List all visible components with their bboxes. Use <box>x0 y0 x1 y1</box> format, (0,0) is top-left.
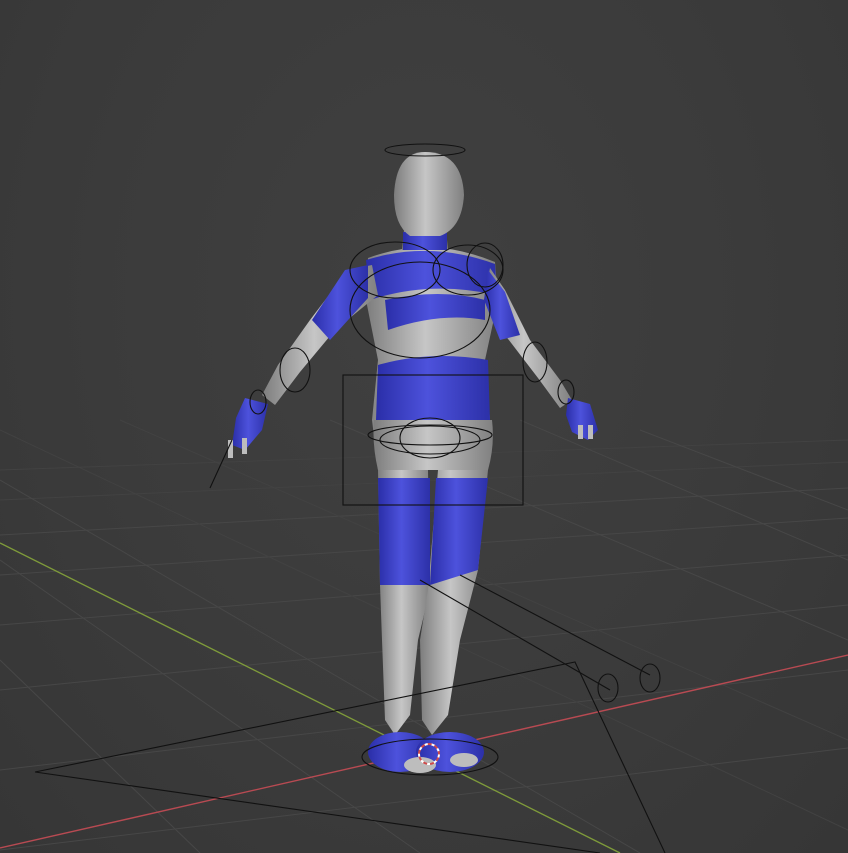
head[interactable] <box>394 152 464 236</box>
right-finger-2 <box>588 425 593 439</box>
right-finger-1 <box>578 425 583 439</box>
right-toes <box>450 753 478 767</box>
y-axis-line <box>0 542 621 853</box>
armature-rig[interactable] <box>34 143 666 853</box>
viewport-canvas[interactable] <box>0 0 848 853</box>
left-finger-2 <box>242 438 247 454</box>
right-knee-pole-control[interactable] <box>639 663 661 693</box>
waist-stripe <box>376 356 490 420</box>
left-thigh-stripe <box>378 478 430 585</box>
left-hand-ik-line <box>209 439 233 489</box>
root-ground-control-edge <box>34 771 601 853</box>
character-mesh[interactable] <box>228 152 598 773</box>
3d-viewport[interactable] <box>0 0 848 853</box>
right-thigh-stripe <box>430 478 488 585</box>
root-ground-control[interactable] <box>34 661 666 853</box>
left-arm-stripe <box>312 265 368 340</box>
